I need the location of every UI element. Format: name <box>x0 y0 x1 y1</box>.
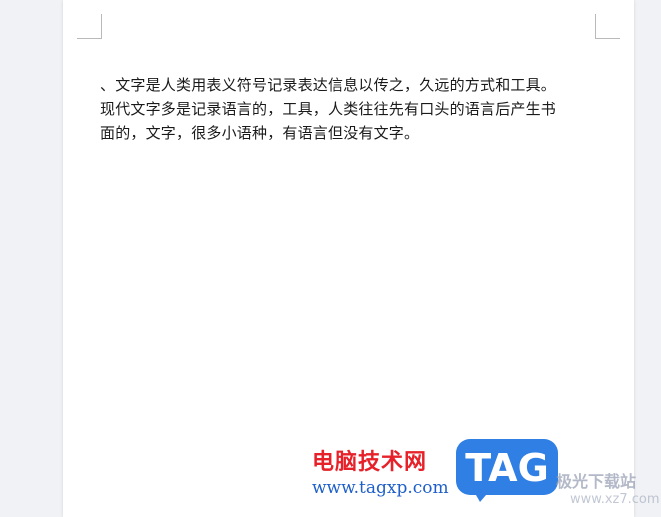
watermark-site-url: www.tagxp.com <box>312 478 449 498</box>
paragraph-line-3[interactable]: 面的，文字，很多小语种，有语言但没有文字。 <box>100 121 600 145</box>
watermark-partner-name: 极光下载站 <box>556 468 636 492</box>
paragraph-line-2[interactable]: 现代文字多是记录语言的，工具，人类往往先有口头的语言后产生书 <box>100 97 600 121</box>
document-body-text[interactable]: 、文字是人类用表义符号记录表达信息以传之，久远的方式和工具。 现代文字多是记录语… <box>100 73 600 145</box>
tag-logo-text: TAG <box>465 446 549 490</box>
tag-logo-icon: TAG <box>456 439 558 502</box>
margin-corner-top-left <box>77 14 102 39</box>
partner-name-text: 极光下载站 <box>556 472 637 491</box>
site-watermark: 电脑技术网 www.tagxp.com TAG 极光下载站 www.xz7.co… <box>308 436 661 517</box>
partner-url-text: www.xz7.com <box>570 492 660 507</box>
watermark-site-name: 电脑技术网 <box>312 450 428 475</box>
document-workspace: 、文字是人类用表义符号记录表达信息以传之，久远的方式和工具。 现代文字多是记录语… <box>0 0 661 517</box>
watermark-partner-url: www.xz7.com <box>570 492 660 507</box>
margin-corner-top-right <box>595 14 620 39</box>
paragraph-line-1[interactable]: 、文字是人类用表义符号记录表达信息以传之，久远的方式和工具。 <box>100 73 600 97</box>
